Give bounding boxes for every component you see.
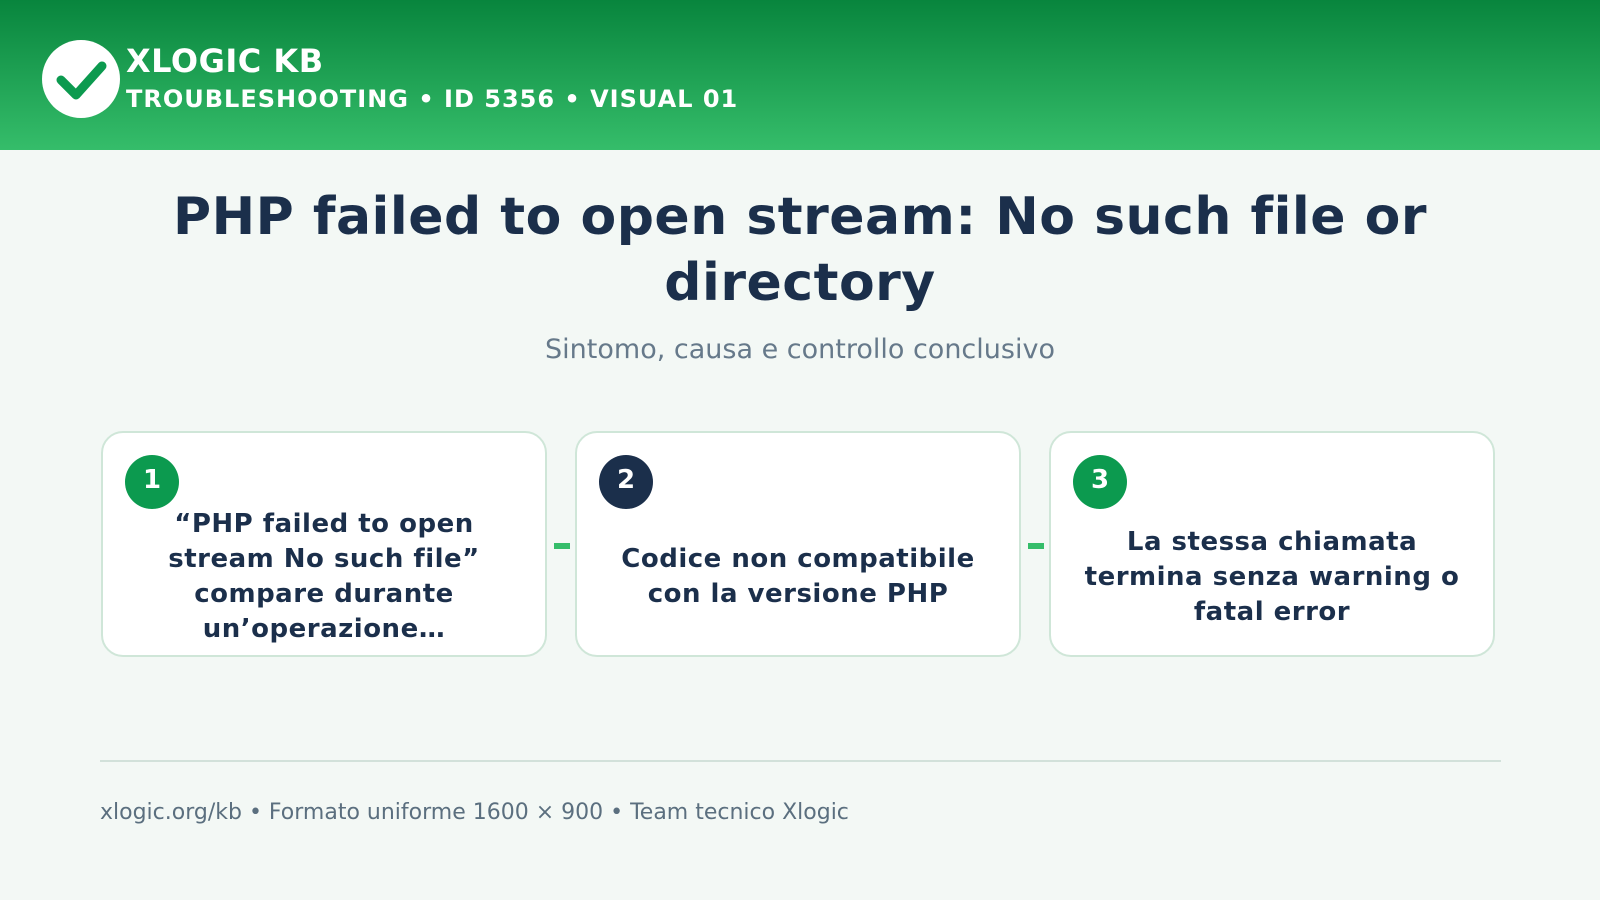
footer-divider <box>100 760 1501 762</box>
footer-text: xlogic.org/kb • Formato uniforme 1600 × … <box>100 800 849 825</box>
step-number-badge: 3 <box>1073 455 1127 509</box>
page-title: PHP failed to open stream: No such file … <box>173 187 1427 313</box>
header-subline: TROUBLESHOOTING • ID 5356 • VISUAL 01 <box>126 85 739 113</box>
step-connector <box>554 543 570 549</box>
checkmark-icon <box>56 61 107 100</box>
step-text: Codice non compatibile con la versione P… <box>621 544 975 609</box>
step-text: La stessa chiamata termina senza warning… <box>1084 526 1460 627</box>
logo-badge <box>42 40 120 118</box>
step-connector <box>1028 543 1044 549</box>
page-subtitle: Sintomo, causa e controllo conclusivo <box>545 334 1055 365</box>
step-number-badge: 2 <box>599 455 653 509</box>
step-text: “PHP failed to open stream No such file”… <box>168 509 480 644</box>
brand-name: XLOGIC KB <box>126 42 324 80</box>
header-banner: XLOGIC KB TROUBLESHOOTING • ID 5356 • VI… <box>0 0 1600 150</box>
step-card-symptom: 1 “PHP failed to open stream No such fil… <box>101 431 547 657</box>
step-card-check: 3 La stessa chiamata termina senza warni… <box>1049 431 1495 657</box>
step-number-badge: 1 <box>125 455 179 509</box>
step-card-cause: 2 Codice non compatibile con la versione… <box>575 431 1021 657</box>
